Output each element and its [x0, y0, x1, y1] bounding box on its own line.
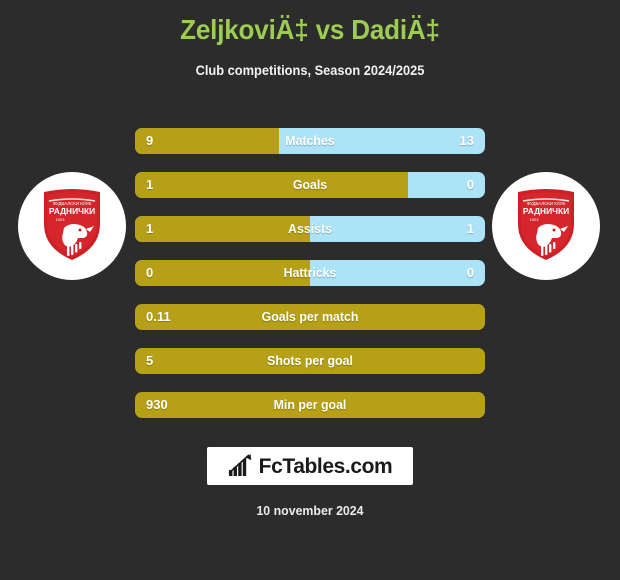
stat-comparison-page: ZeljkoviÄ‡ vs DadiÄ‡ Club competitions, …	[0, 0, 620, 580]
stat-row-goals: 1 Goals 0	[135, 172, 485, 198]
stat-label-goals-per-match: Goals per match	[261, 309, 359, 324]
right-crest-shield-icon: ФУДБАЛСКИ КЛУБ РАДНИЧКИ 1923	[516, 188, 576, 262]
stat-row-assists: 1 Assists 1	[135, 216, 485, 242]
stat-bars-list: 9 Matches 13 1 Goals 0 1 Assists 1 0 Hat…	[135, 128, 485, 436]
report-date: 10 november 2024	[256, 503, 364, 518]
stat-label-goals: Goals	[292, 177, 328, 192]
stat-right-value-assists: 1	[466, 221, 474, 236]
svg-text:РАДНИЧКИ: РАДНИЧКИ	[49, 206, 95, 216]
svg-text:РАДНИЧКИ: РАДНИЧКИ	[523, 206, 569, 216]
bar-chart-arrow-icon	[228, 454, 251, 476]
stat-label-shots-per-goal: Shots per goal	[267, 353, 353, 368]
fctables-logo-text: FcTables.com	[258, 454, 393, 478]
svg-text:1923: 1923	[56, 217, 66, 222]
left-team-crest: ФУДБАЛСКИ КЛУБ РАДНИЧКИ 1923	[18, 172, 126, 280]
right-team-crest: ФУДБАЛСКИ КЛУБ РАДНИЧКИ 1923	[492, 172, 600, 280]
stat-label-assists: Assists	[288, 221, 332, 236]
stat-right-value-hattricks: 0	[466, 265, 474, 280]
page-title: ZeljkoviÄ‡ vs DadiÄ‡	[180, 14, 440, 45]
stat-row-matches: 9 Matches 13	[135, 128, 485, 154]
stat-row-goals-per-match: 0.11 Goals per match	[135, 304, 485, 330]
page-subtitle: Club competitions, Season 2024/2025	[195, 63, 425, 78]
svg-text:1923: 1923	[530, 217, 540, 222]
stat-right-value-goals: 0	[466, 177, 474, 192]
stat-label-hattricks: Hattricks	[283, 265, 337, 280]
stat-row-hattricks: 0 Hattricks 0	[135, 260, 485, 286]
stat-row-shots-per-goal: 5 Shots per goal	[135, 348, 485, 374]
stat-right-value-matches: 13	[459, 133, 474, 148]
fctables-logo[interactable]: FcTables.com	[207, 447, 413, 485]
left-crest-shield-icon: ФУДБАЛСКИ КЛУБ РАДНИЧКИ 1923	[42, 188, 102, 262]
stat-row-min-per-goal: 930 Min per goal	[135, 392, 485, 418]
stat-label-min-per-goal: Min per goal	[273, 397, 347, 412]
stat-label-matches: Matches	[285, 133, 335, 148]
